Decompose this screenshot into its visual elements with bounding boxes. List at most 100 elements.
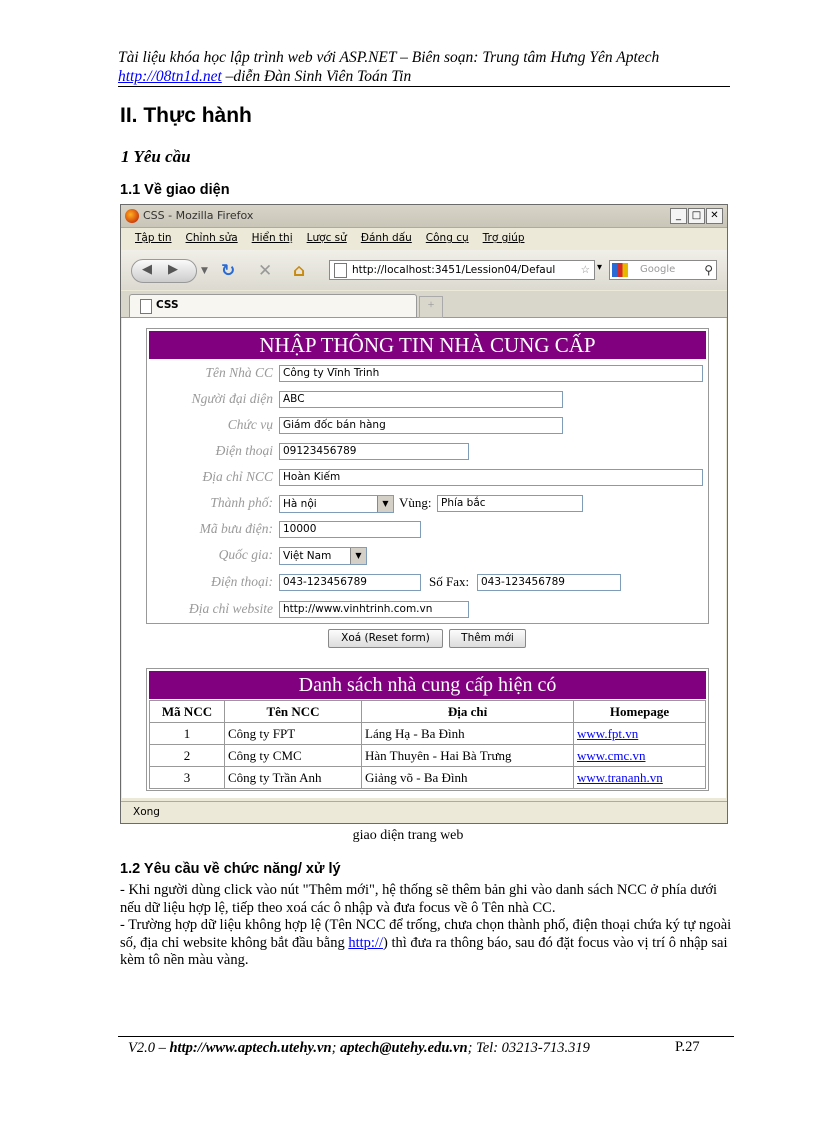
label-nguoi-dai-dien: Người đại diện <box>191 391 273 406</box>
dropdown-arrow-icon[interactable]: ▼ <box>350 548 366 564</box>
heading-1-2: 1.2 Yêu cầu về chức năng/ xử lý <box>120 861 341 877</box>
header-line-2-text: –diễn Đàn Sinh Viên Toán Tin <box>221 68 412 85</box>
nguoi-dai-dien-input[interactable]: ABC <box>279 391 563 408</box>
label-ten-ncc: Tên Nhà CC <box>205 365 273 380</box>
homepage-link[interactable]: www.cmc.vn <box>577 748 645 763</box>
label-chuc-vu: Chức vụ <box>227 417 273 432</box>
quoc-gia-select[interactable]: Việt Nam ▼ <box>279 547 367 565</box>
header-line-1: Tài liệu khóa học lập trình web với ASP.… <box>118 49 660 66</box>
label-vung: Vùng: <box>399 495 432 510</box>
column-header: Tên NCC <box>224 700 362 723</box>
figure-caption: giao diện trang web <box>352 828 464 843</box>
dropdown-arrow-icon[interactable]: ▼ <box>377 496 393 512</box>
header-link[interactable]: http://08tn1d.net <box>118 68 222 85</box>
maximize-button[interactable]: □ <box>688 208 705 224</box>
homepage-link[interactable]: www.fpt.vn <box>577 726 638 741</box>
sub-title: 1 Yêu cầu <box>121 147 191 166</box>
tab-css[interactable]: CSS <box>129 294 417 317</box>
thanh-pho-value: Hà nội <box>283 498 317 510</box>
new-tab-button[interactable]: + <box>419 296 443 318</box>
footer: V2.0 – http://www.aptech.utehy.vn; aptec… <box>128 1040 590 1057</box>
search-box[interactable]: Google ⚲ <box>609 260 717 280</box>
form-title: NHẬP THÔNG TIN NHÀ CUNG CẤP <box>149 331 706 359</box>
thanh-pho-select[interactable]: Hà nội ▼ <box>279 495 394 513</box>
so-fax-input[interactable]: 043-123456789 <box>477 574 621 591</box>
search-icon[interactable]: ⚲ <box>704 261 713 279</box>
homepage-link[interactable]: www.trananh.vn <box>577 770 663 785</box>
tab-label: CSS <box>156 299 179 311</box>
google-icon[interactable] <box>612 263 628 277</box>
bookmark-star-icon[interactable]: ☆ <box>581 261 590 279</box>
reset-button[interactable]: Xoá (Reset form) <box>328 629 443 648</box>
close-button[interactable]: ✕ <box>706 208 723 224</box>
dia-chi-input[interactable]: Hoàn Kiếm <box>279 469 703 486</box>
chuc-vu-input[interactable]: Giám đốc bán hàng <box>279 417 563 434</box>
column-header: Địa chỉ <box>361 700 574 723</box>
cell-ten: Công ty FPT <box>224 722 362 745</box>
tab-page-icon <box>140 299 152 314</box>
cell-ten: Công ty Trần Anh <box>224 766 362 789</box>
label-dien-thoai-2: Điện thoại: <box>211 574 273 589</box>
label-quoc-gia: Quốc gia: <box>218 547 273 562</box>
menu-bookmarks[interactable]: Đánh dấu <box>361 232 412 244</box>
paragraph-2: - Trường hợp dữ liệu không hợp lệ (Tên N… <box>120 917 732 970</box>
search-placeholder: Google <box>640 264 676 275</box>
home-icon[interactable]: ⌂ <box>293 261 305 281</box>
label-ma-buu-dien: Mã bưu điện: <box>199 521 273 536</box>
back-forward-group: ◀ ▶ <box>131 259 197 283</box>
menu-history[interactable]: Lược sử <box>307 232 347 244</box>
url-dropdown-icon[interactable]: ▾ <box>597 262 602 273</box>
minimize-button[interactable]: _ <box>670 208 687 224</box>
dien-thoai-2-input[interactable]: 043-123456789 <box>279 574 421 591</box>
stop-icon[interactable]: ✕ <box>258 261 272 281</box>
menu-help[interactable]: Trợ giúp <box>483 232 525 244</box>
footer-email: aptech@utehy.edu.vn <box>340 1040 468 1056</box>
header-rule <box>118 86 730 87</box>
table-row: 3 Công ty Trần Anh Giảng võ - Ba Đình ww… <box>149 766 706 789</box>
navigation-toolbar: ◀ ▶ ▼ ↻ ✕ ⌂ http://localhost:3451/Lessio… <box>121 250 727 290</box>
supplier-table: Mã NCC Tên NCC Địa chỉ Homepage 1 Công t… <box>149 700 706 789</box>
ten-ncc-input[interactable]: Công ty Vĩnh Trinh <box>279 365 703 382</box>
table-header-row: Mã NCC Tên NCC Địa chỉ Homepage <box>149 700 706 723</box>
menu-view[interactable]: Hiển thị <box>252 232 293 244</box>
vung-input[interactable]: Phía bắc <box>437 495 583 512</box>
header-line-2: http://08tn1d.net –diễn Đàn Sinh Viên To… <box>118 68 411 86</box>
supplier-list: Danh sách nhà cung cấp hiện có Mã NCC Tê… <box>146 668 709 791</box>
cell-ma: 1 <box>149 722 225 745</box>
back-icon[interactable]: ◀ <box>142 262 152 277</box>
browser-window: CSS - Mozilla Firefox _ □ ✕ Tập tin Chỉn… <box>120 204 728 824</box>
label-thanh-pho: Thành phố: <box>210 495 273 510</box>
footer-site: http://www.aptech.utehy.vn <box>169 1040 332 1056</box>
paragraph-1: - Khi người dùng click vào nút "Thêm mới… <box>120 882 718 916</box>
table-row: 2 Công ty CMC Hàn Thuyên - Hai Bà Trưng … <box>149 744 706 767</box>
page-content: NHẬP THÔNG TIN NHÀ CUNG CẤP Tên Nhà CC C… <box>122 318 726 798</box>
firefox-icon <box>125 209 139 223</box>
status-bar: Xong <box>121 801 727 823</box>
reload-icon[interactable]: ↻ <box>221 261 235 281</box>
cell-ma: 2 <box>149 744 225 767</box>
ma-buu-dien-input[interactable]: 10000 <box>279 521 421 538</box>
history-dropdown-icon[interactable]: ▼ <box>201 266 208 276</box>
url-bar[interactable]: http://localhost:3451/Lession04/Defaul ☆ <box>329 260 595 280</box>
menu-tools[interactable]: Công cụ <box>426 232 469 244</box>
tab-strip: CSS + <box>121 291 727 318</box>
page-number: P.27 <box>675 1039 700 1055</box>
add-button[interactable]: Thêm mới <box>449 629 526 648</box>
page-icon <box>334 263 347 278</box>
website-input[interactable]: http://www.vinhtrinh.com.vn <box>279 601 469 618</box>
footer-sep: ; <box>331 1040 341 1056</box>
menu-file[interactable]: Tập tin <box>135 232 172 244</box>
list-title: Danh sách nhà cung cấp hiện có <box>149 671 706 699</box>
footer-version: V2.0 – <box>128 1040 170 1056</box>
cell-dia-chi: Hàn Thuyên - Hai Bà Trưng <box>361 744 574 767</box>
cell-ten: Công ty CMC <box>224 744 362 767</box>
requirements-text: - Khi người dùng click vào nút "Thêm mới… <box>120 882 732 970</box>
dien-thoai-input[interactable]: 09123456789 <box>279 443 469 460</box>
forward-icon[interactable]: ▶ <box>168 262 178 277</box>
cell-dia-chi: Giảng võ - Ba Đình <box>361 766 574 789</box>
http-link[interactable]: http:// <box>348 935 383 951</box>
window-title: CSS - Mozilla Firefox <box>143 209 254 222</box>
menu-edit[interactable]: Chỉnh sửa <box>186 232 238 244</box>
supplier-form: NHẬP THÔNG TIN NHÀ CUNG CẤP Tên Nhà CC C… <box>146 328 709 624</box>
column-header: Mã NCC <box>149 700 225 723</box>
